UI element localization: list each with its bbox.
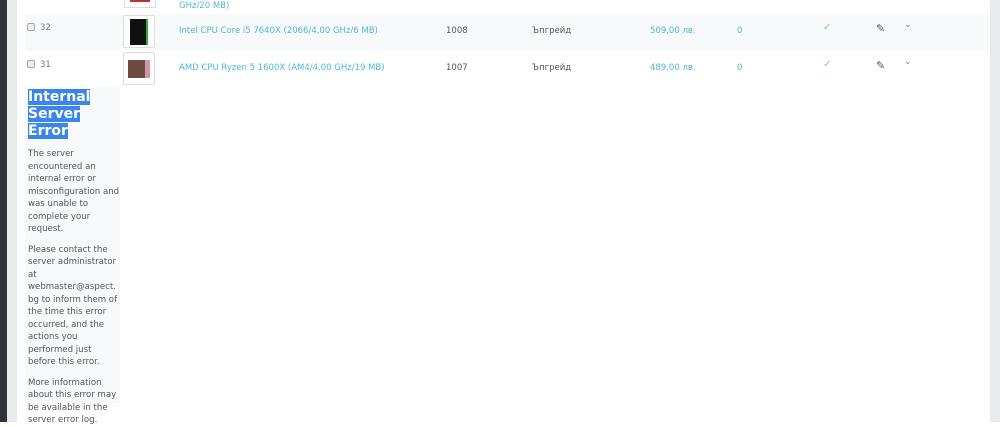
row-id: 32 bbox=[40, 23, 51, 33]
row-checkbox[interactable] bbox=[27, 23, 35, 31]
product-price[interactable]: 509,00 лв. bbox=[650, 26, 696, 36]
product-code: 1007 bbox=[446, 63, 468, 73]
table-row: 32 Intel CPU Core i5 7640X (2066/4.00 GH… bbox=[25, 14, 989, 51]
product-quantity[interactable]: 0 bbox=[737, 26, 742, 36]
product-price[interactable]: 489,00 лв. bbox=[650, 63, 696, 73]
pencil-icon[interactable]: ✎ bbox=[876, 22, 885, 35]
error-more-info: More information about this error may be… bbox=[28, 377, 117, 426]
error-contact: Please contact the server administrator … bbox=[28, 244, 118, 368]
product-thumbnail[interactable] bbox=[123, 52, 155, 85]
product-thumbnail[interactable] bbox=[124, 0, 156, 8]
right-scroll-gutter[interactable] bbox=[990, 0, 1000, 422]
error-message: The server encountered an internal error… bbox=[28, 149, 120, 234]
product-name-link[interactable]: AMD CPU Ryzen 5 1600X (AM4/4.00 GHz/19 M… bbox=[179, 63, 385, 73]
product-category: Ъпгрейд bbox=[532, 26, 572, 36]
product-thumbnail[interactable] bbox=[123, 15, 155, 48]
row-checkbox[interactable] bbox=[27, 60, 35, 68]
product-quantity[interactable]: 0 bbox=[737, 63, 742, 73]
check-icon: ✓ bbox=[823, 22, 832, 33]
product-name-fragment[interactable]: GHz/20 MB) bbox=[179, 1, 229, 12]
product-category: Ъпгрейд bbox=[532, 63, 572, 73]
chevron-down-icon[interactable]: ⌄ bbox=[904, 20, 912, 30]
product-name-link[interactable]: Intel CPU Core i5 7640X (2066/4.00 GHz/6… bbox=[179, 26, 378, 36]
sidebar-gutter bbox=[7, 0, 17, 422]
check-icon: ✓ bbox=[823, 59, 832, 70]
sidebar-dark-strip bbox=[0, 0, 7, 422]
row-id: 31 bbox=[40, 60, 51, 70]
pencil-icon[interactable]: ✎ bbox=[876, 59, 885, 72]
error-panel: Internal Server Error The server encounte… bbox=[25, 87, 120, 425]
table-row: 31 AMD CPU Ryzen 5 1600X (AM4/4.00 GHz/1… bbox=[25, 51, 989, 88]
product-code: 1008 bbox=[446, 26, 468, 36]
chevron-down-icon[interactable]: ⌄ bbox=[904, 57, 912, 67]
error-title: Internal Server Error bbox=[28, 89, 91, 139]
